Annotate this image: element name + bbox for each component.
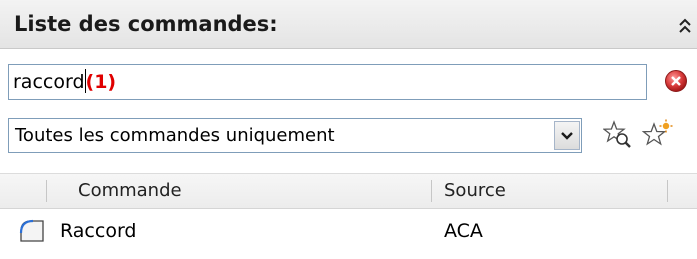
column-separator[interactable] [431, 180, 432, 202]
chevron-down-icon [561, 132, 573, 140]
double-chevron-up-icon[interactable] [677, 17, 693, 35]
search-value: raccord [13, 71, 85, 93]
search-input[interactable]: raccord(1) [8, 64, 647, 100]
panel-title: Liste des commandes: [14, 12, 278, 36]
command-filter-select[interactable]: Toutes les commandes uniquement [8, 118, 582, 153]
dropdown-button[interactable] [554, 121, 580, 150]
filter-selected-value: Toutes les commandes uniquement [15, 125, 335, 146]
panel-header[interactable]: Liste des commandes: [0, 0, 697, 49]
table-row[interactable]: Raccord ACA [0, 213, 697, 249]
star-new-icon[interactable] [641, 119, 673, 151]
table-header: Commande Source [0, 173, 697, 209]
column-separator[interactable] [46, 180, 47, 202]
column-separator[interactable] [667, 180, 668, 202]
source-cell: ACA [444, 220, 483, 242]
column-header-source[interactable]: Source [444, 174, 506, 208]
search-result-count: (1) [85, 71, 117, 93]
column-header-command[interactable]: Commande [78, 174, 182, 208]
command-list-panel: Liste des commandes: raccord(1) Toutes l… [0, 0, 697, 259]
fillet-icon [19, 219, 44, 242]
command-cell: Raccord [60, 220, 137, 242]
clear-search-icon[interactable] [664, 69, 688, 93]
star-search-icon[interactable] [603, 120, 633, 150]
